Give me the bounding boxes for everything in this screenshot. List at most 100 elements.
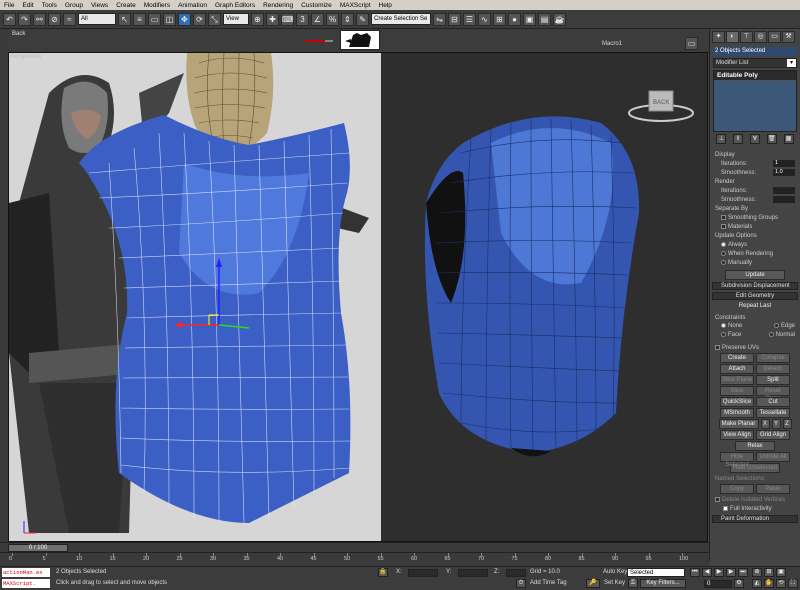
none-radio[interactable]: None bbox=[721, 323, 742, 330]
select-move-icon[interactable]: ✥ bbox=[178, 12, 191, 26]
window-crossing-icon[interactable]: ◫ bbox=[163, 12, 176, 26]
paste-button[interactable]: Paste bbox=[756, 484, 790, 494]
menu-rendering[interactable]: Rendering bbox=[259, 2, 297, 9]
relax-button[interactable]: Relax bbox=[735, 441, 775, 451]
menu-modifiers[interactable]: Modifiers bbox=[140, 2, 174, 9]
select-scale-icon[interactable]: ⤡ bbox=[208, 12, 221, 26]
make-unique-icon[interactable]: ∀ bbox=[749, 134, 760, 144]
hide-unselected-button[interactable]: Hide Unselected bbox=[730, 463, 780, 473]
render-smoothness-spinner[interactable] bbox=[773, 196, 795, 203]
time-slider[interactable]: 0 / 100 bbox=[0, 542, 709, 552]
z-coord-field[interactable] bbox=[506, 569, 526, 577]
spinner-snap-icon[interactable]: ⇕ bbox=[341, 12, 354, 26]
edit-named-selection-icon[interactable]: ✎ bbox=[356, 12, 369, 26]
make-planar-button[interactable]: Make Planar bbox=[718, 419, 759, 429]
make-planar-z-button[interactable]: Z bbox=[782, 419, 792, 429]
select-by-name-icon[interactable]: ≡ bbox=[133, 12, 146, 26]
stack-item-editable-poly[interactable]: Editable Poly bbox=[714, 71, 796, 81]
maximize-viewport-icon[interactable]: ⛶ bbox=[788, 579, 798, 588]
orbit-icon[interactable]: ⟲ bbox=[776, 579, 786, 588]
material-editor-icon[interactable]: ● bbox=[508, 12, 521, 26]
mirror-icon[interactable]: ⇋ bbox=[433, 12, 446, 26]
manually-radio[interactable]: Manually bbox=[713, 258, 797, 267]
smoothing-groups-checkbox[interactable]: Smoothing Groups bbox=[713, 213, 797, 222]
go-to-start-icon[interactable]: ⏮ bbox=[690, 568, 700, 577]
menu-edit[interactable]: Edit bbox=[18, 2, 37, 9]
viewport-label[interactable]: Perspective bbox=[10, 54, 41, 60]
link-icon[interactable]: ⚯ bbox=[33, 12, 46, 26]
render-setup-icon[interactable]: ▣ bbox=[523, 12, 536, 26]
keyboard-shortcut-icon[interactable]: ⌨ bbox=[281, 12, 294, 26]
repeat-last-button[interactable]: Repeat Last bbox=[725, 302, 785, 312]
current-frame-field[interactable]: 0 bbox=[704, 580, 732, 588]
cut-button[interactable]: Cut bbox=[756, 397, 790, 407]
split-button[interactable]: Split bbox=[756, 375, 790, 385]
when-rendering-radio[interactable]: When Rendering bbox=[713, 249, 797, 258]
play-icon[interactable]: ▶ bbox=[714, 568, 724, 577]
manipulate-icon[interactable]: ✚ bbox=[266, 12, 279, 26]
tessellate-button[interactable]: Tessellate bbox=[756, 408, 790, 418]
configure-sets-icon[interactable]: ▦ bbox=[783, 134, 794, 144]
collapse-button[interactable]: Collapse bbox=[756, 353, 790, 363]
menu-help[interactable]: Help bbox=[375, 2, 396, 9]
lock-selection-icon[interactable]: 🔒 bbox=[378, 568, 388, 577]
reference-coordinate-dropdown[interactable]: View bbox=[223, 13, 249, 25]
selection-filter-dropdown[interactable]: All bbox=[78, 13, 116, 25]
face-radio[interactable]: Face bbox=[721, 332, 741, 339]
unhide-all-button[interactable]: Unhide All bbox=[756, 452, 790, 462]
layer-manager-icon[interactable]: ☰ bbox=[463, 12, 476, 26]
percent-snap-icon[interactable]: % bbox=[326, 12, 339, 26]
schematic-view-icon[interactable]: ⊞ bbox=[493, 12, 506, 26]
unlink-icon[interactable]: ⊘ bbox=[48, 12, 61, 26]
menu-maxscript[interactable]: MAXScript bbox=[336, 2, 375, 9]
make-planar-x-button[interactable]: X bbox=[760, 419, 770, 429]
iterations-spinner[interactable]: 1 bbox=[773, 160, 795, 167]
edge-radio[interactable]: Edge bbox=[773, 323, 795, 330]
slice-plane-button[interactable]: Slice Plane bbox=[720, 375, 754, 385]
render-icon[interactable]: ☕ bbox=[553, 12, 566, 26]
maxscript-listener-line2[interactable]: MAXScript. bbox=[2, 579, 50, 588]
attach-button[interactable]: Attach bbox=[720, 364, 754, 374]
snap-toggle-icon[interactable]: 3 bbox=[296, 12, 309, 26]
quickslice-button[interactable]: QuickSlice bbox=[720, 397, 754, 407]
menu-group[interactable]: Group bbox=[61, 2, 87, 9]
menu-views[interactable]: Views bbox=[87, 2, 112, 9]
zoom-extents-icon[interactable]: ▣ bbox=[776, 568, 786, 577]
materials-checkbox[interactable]: Materials bbox=[713, 222, 797, 231]
render-iterations-spinner[interactable] bbox=[773, 187, 795, 194]
menu-file[interactable]: File bbox=[0, 2, 18, 9]
menu-tools[interactable]: Tools bbox=[38, 2, 61, 9]
subdivision-displacement-rollout[interactable]: Subdivision Displacement bbox=[712, 282, 798, 290]
named-selection-set-dropdown[interactable]: Create Selection Se bbox=[371, 13, 431, 25]
msmooth-button[interactable]: MSmooth bbox=[720, 408, 754, 418]
key-filter-icon[interactable]: ⚿ bbox=[628, 579, 638, 588]
delete-isolated-checkbox[interactable]: Delete Isolated Vertices bbox=[713, 495, 797, 504]
menu-graph-editors[interactable]: Graph Editors bbox=[211, 2, 259, 9]
update-button[interactable]: Update bbox=[725, 270, 785, 280]
angle-snap-icon[interactable]: ∠ bbox=[311, 12, 324, 26]
display-tab-icon[interactable]: ▭ bbox=[768, 31, 781, 43]
slice-button[interactable]: Slice bbox=[720, 386, 754, 396]
undo-icon[interactable]: ↶ bbox=[3, 12, 16, 26]
pan-icon[interactable]: ✋ bbox=[764, 579, 774, 588]
y-coord-field[interactable] bbox=[458, 569, 488, 577]
region-select-icon[interactable]: ▭ bbox=[148, 12, 161, 26]
pivot-center-icon[interactable]: ⊕ bbox=[251, 12, 264, 26]
menu-create[interactable]: Create bbox=[112, 2, 140, 9]
select-rotate-icon[interactable]: ⟳ bbox=[193, 12, 206, 26]
hide-selected-button[interactable]: Hide Selected bbox=[720, 452, 754, 468]
curve-editor-icon[interactable]: ∿ bbox=[478, 12, 491, 26]
field-of-view-icon[interactable]: ◭ bbox=[752, 579, 762, 588]
redo-icon[interactable]: ↷ bbox=[18, 12, 31, 26]
view-align-button[interactable]: View Align bbox=[720, 430, 754, 440]
paint-deformation-rollout[interactable]: Paint Deformation bbox=[712, 515, 798, 523]
menu-animation[interactable]: Animation bbox=[174, 2, 211, 9]
detach-button[interactable]: Detach bbox=[756, 364, 790, 374]
reset-plane-button[interactable]: Reset Plane bbox=[756, 386, 790, 402]
full-interactivity-checkbox[interactable]: Full Interactivity bbox=[713, 504, 797, 513]
zoom-all-icon[interactable]: ⊞ bbox=[764, 568, 774, 577]
back-label[interactable]: Back bbox=[12, 31, 25, 37]
add-time-tag[interactable]: Add Time Tag bbox=[530, 580, 567, 586]
time-slider-thumb[interactable]: 0 / 100 bbox=[8, 544, 68, 552]
add-time-tag-icon[interactable]: ⏱ bbox=[516, 579, 526, 588]
